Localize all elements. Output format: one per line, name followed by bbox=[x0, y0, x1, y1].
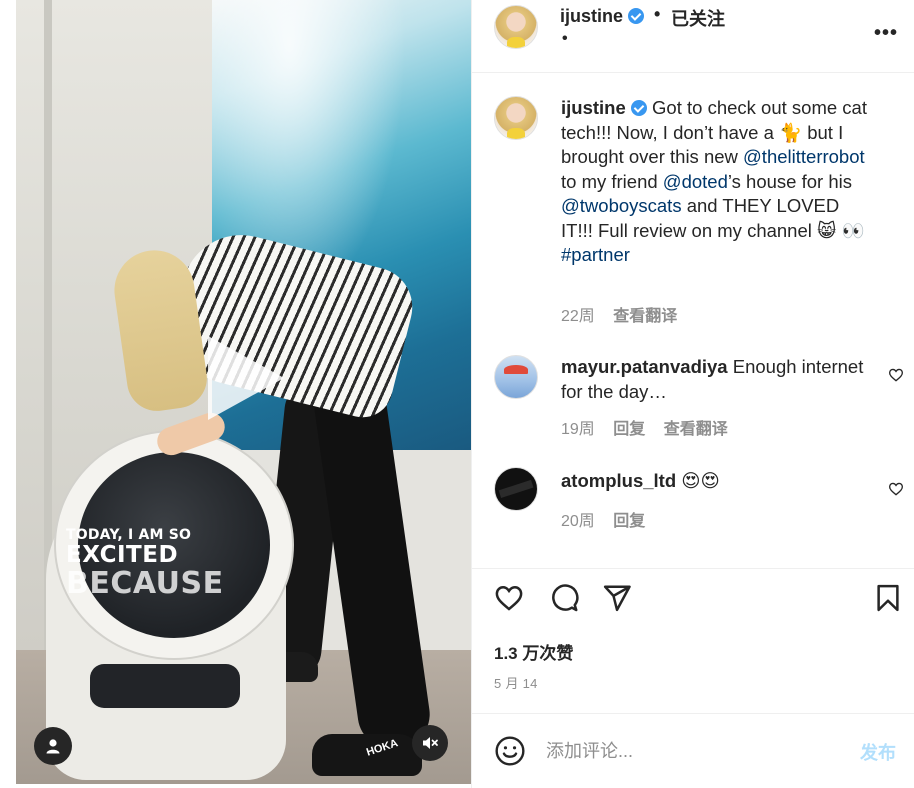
comment-time[interactable]: 19周 bbox=[561, 421, 595, 438]
hashtag-link[interactable]: #partner bbox=[561, 244, 630, 265]
overlay-line: TODAY, I AM SO bbox=[66, 527, 192, 543]
caption-text: ijustine Got to check out some cat tech!… bbox=[561, 96, 873, 268]
caption-segment: ’s house for his bbox=[727, 170, 852, 192]
comment-meta: 19周 回复 查看翻译 bbox=[561, 415, 742, 439]
user-icon bbox=[46, 739, 60, 754]
cat-face-emoji: 😸 bbox=[817, 219, 837, 241]
play-icon[interactable] bbox=[208, 336, 284, 420]
comment-text: atomplus_ltd 😍😍 bbox=[561, 469, 873, 494]
comment-bubble-icon[interactable] bbox=[549, 583, 579, 613]
muted-speaker-icon bbox=[423, 737, 438, 749]
emoji-smiley-icon[interactable] bbox=[494, 735, 526, 767]
mention-link[interactable]: @twoboyscats bbox=[561, 195, 682, 216]
mute-toggle-button[interactable] bbox=[412, 725, 448, 761]
author-avatar[interactable] bbox=[494, 5, 538, 49]
following-button[interactable]: 已关注 bbox=[671, 5, 725, 31]
more-options-icon[interactable]: ••• bbox=[874, 22, 898, 45]
comment-content: 😍😍 bbox=[676, 470, 720, 491]
caption-time[interactable]: 22周 bbox=[561, 308, 595, 325]
see-translation-link[interactable]: 查看翻译 bbox=[664, 421, 728, 438]
eyes-emoji: 👀 bbox=[841, 219, 865, 241]
share-paper-plane-icon[interactable] bbox=[602, 583, 632, 613]
commenter-avatar[interactable] bbox=[494, 467, 538, 511]
header-separator-2: • bbox=[562, 30, 568, 47]
post-actions: 1.3 万次赞 5 月 14 bbox=[472, 568, 914, 713]
like-comment-heart-icon[interactable] bbox=[888, 367, 904, 383]
overlay-line: BECAUSE bbox=[66, 565, 224, 601]
reply-link[interactable]: 回复 bbox=[613, 513, 645, 530]
overlay-line: EXCITED bbox=[66, 542, 179, 569]
header-separator: • bbox=[654, 4, 661, 24]
post-video[interactable]: HOKA TODAY, I AM SO EXCITED BECAUSE bbox=[16, 0, 471, 784]
comment-composer: 发布 bbox=[472, 713, 914, 788]
post-details-panel: ijustine • 已关注 • ••• ijustine Got to che… bbox=[471, 0, 914, 788]
caption-segment: to my friend bbox=[561, 170, 663, 192]
comment-time[interactable]: 20周 bbox=[561, 513, 595, 530]
verified-badge-icon bbox=[630, 100, 647, 116]
post-dialog: HOKA TODAY, I AM SO EXCITED BECAUSE ijus… bbox=[0, 0, 914, 788]
comment-meta: 20周 回复 bbox=[561, 507, 659, 531]
save-bookmark-icon[interactable] bbox=[873, 583, 903, 613]
mention-link[interactable]: @doted bbox=[663, 171, 728, 192]
cat-emoji: 🐈 bbox=[779, 121, 803, 143]
like-comment-heart-icon[interactable] bbox=[888, 481, 904, 497]
tagged-users-button[interactable] bbox=[34, 727, 72, 765]
author-username[interactable]: ijustine bbox=[560, 6, 623, 26]
verified-badge-icon bbox=[628, 8, 645, 24]
video-litter-robot-drawer bbox=[90, 664, 240, 708]
comment-text: mayur.patanvadiya Enough internet for th… bbox=[561, 355, 873, 404]
caption-meta: 22周 查看翻译 bbox=[561, 302, 691, 326]
video-caption-overlay: TODAY, I AM SO EXCITED BECAUSE bbox=[66, 527, 224, 601]
caption-avatar[interactable] bbox=[494, 96, 538, 140]
commenter-username[interactable]: mayur.patanvadiya bbox=[561, 356, 728, 377]
author-username-wrap: ijustine bbox=[560, 6, 645, 27]
post-date[interactable]: 5 月 14 bbox=[494, 673, 538, 692]
commenter-username[interactable]: atomplus_ltd bbox=[561, 470, 676, 491]
caption-username[interactable]: ijustine bbox=[561, 97, 626, 118]
comment-input[interactable] bbox=[546, 736, 826, 766]
see-translation-link[interactable]: 查看翻译 bbox=[613, 308, 677, 325]
commenter-avatar[interactable] bbox=[494, 355, 538, 399]
backdrop-edge bbox=[0, 0, 16, 788]
reply-link[interactable]: 回复 bbox=[613, 421, 645, 438]
post-header: ijustine • 已关注 • ••• bbox=[472, 0, 914, 73]
post-comment-button[interactable]: 发布 bbox=[860, 739, 896, 765]
like-heart-icon[interactable] bbox=[494, 583, 524, 613]
mention-link[interactable]: @thelitterrobot bbox=[743, 146, 865, 167]
likes-count[interactable]: 1.3 万次赞 bbox=[494, 639, 573, 664]
comments-list: ijustine Got to check out some cat tech!… bbox=[472, 74, 914, 564]
